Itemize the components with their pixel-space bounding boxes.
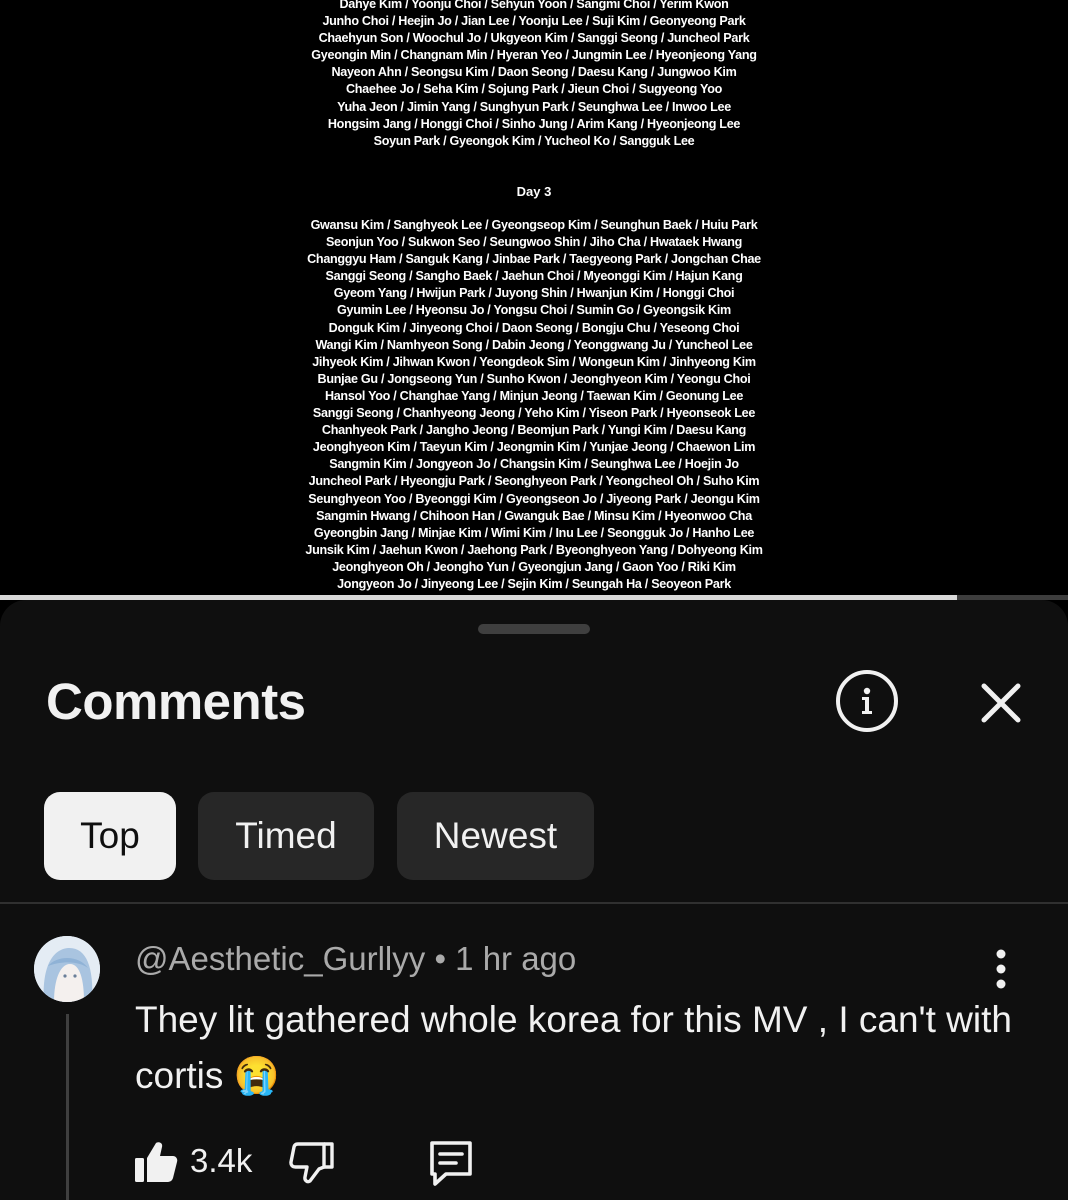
thread-line xyxy=(66,1014,69,1200)
divider xyxy=(0,902,1068,904)
credit-line: Hongsim Jang / Honggi Choi / Sinho Jung … xyxy=(327,116,741,131)
credit-line: Chanhyeok Park / Jangho Jeong / Beomjun … xyxy=(321,423,747,438)
credit-line: Sangmin Kim / Jongyeon Jo / Changsin Kim… xyxy=(329,457,739,472)
credit-line: Jeonghyeon Oh / Jeongho Yun / Gyeongjun … xyxy=(332,559,736,574)
avatar[interactable] xyxy=(34,936,100,1002)
drag-handle[interactable] xyxy=(478,624,590,634)
credit-line: Jeonghyeon Kim / Taeyun Kim / Jeongmin K… xyxy=(312,440,756,455)
credits-list-top: Dahye Kim / Yoonju Choi / Sehyun Yoon / … xyxy=(0,0,1068,150)
crying-emoji-icon: 😭 xyxy=(233,1055,280,1096)
credits-list-day3: Gwansu Kim / Sanghyeok Lee / Gyeongseop … xyxy=(0,217,1068,593)
tab-top[interactable]: Top xyxy=(44,792,176,880)
credit-line: Sanggi Seong / Sangho Baek / Jaehun Choi… xyxy=(325,269,743,284)
close-icon xyxy=(981,683,1021,723)
credit-line: Gyeom Yang / Hwijun Park / Juyong Shin /… xyxy=(333,286,735,301)
info-icon xyxy=(862,687,872,714)
comment-more-button[interactable] xyxy=(984,946,1018,992)
credit-line: Yuha Jeon / Jimin Yang / Sunghyun Park /… xyxy=(337,99,731,114)
credit-line: Gyeongbin Jang / Minjae Kim / Wimi Kim /… xyxy=(313,525,755,540)
credit-line: Juncheol Park / Hyeongju Park / Seonghye… xyxy=(308,474,760,489)
credit-line: Wangi Kim / Namhyeon Song / Dabin Jeong … xyxy=(315,337,753,352)
like-button[interactable] xyxy=(132,1138,180,1186)
credits-day-label: Day 3 xyxy=(516,184,552,199)
like-count: 3.4k xyxy=(190,1142,253,1179)
reply-button[interactable] xyxy=(426,1138,476,1188)
credit-line: Jihyeok Kim / Jihwan Kwon / Yeongdeok Si… xyxy=(312,354,756,369)
credit-line: Seunghyeon Yoo / Byeonggi Kim / Gyeongse… xyxy=(308,491,760,506)
credit-line: Donguk Kim / Jinyeong Choi / Daon Seong … xyxy=(328,320,740,335)
credit-line: Sanggi Seong / Chanhyeong Jeong / Yeho K… xyxy=(312,406,756,421)
credit-line: Gwansu Kim / Sanghyeok Lee / Gyeongseop … xyxy=(310,218,758,232)
thumbs-down-icon xyxy=(289,1142,334,1184)
info-button[interactable] xyxy=(836,670,898,732)
credit-line: Gyeongin Min / Changnam Min / Hyeran Yeo… xyxy=(311,48,757,63)
comment-time: 1 hr ago xyxy=(455,940,577,977)
panel-title: Comments xyxy=(46,673,306,730)
credit-line: Jongyeon Jo / Jinyeong Lee / Sejin Kim /… xyxy=(337,576,731,591)
credit-line: Nayeon Ahn / Seongsu Kim / Daon Seong / … xyxy=(331,65,737,80)
comments-panel: Comments Top Timed Newest @Aesthetic_Gur… xyxy=(0,600,1068,1200)
comment-meta: @Aesthetic_Gurllyy • 1 hr ago xyxy=(135,940,576,978)
credit-line: Hansol Yoo / Changhae Yang / Minjun Jeon… xyxy=(324,388,744,403)
credit-line: Gyumin Lee / Hyeonsu Jo / Yongsu Choi / … xyxy=(337,303,731,318)
credit-line: Sangmin Hwang / Chihoon Han / Gwanguk Ba… xyxy=(316,508,752,523)
credit-line: Junho Choi / Heejin Jo / Jian Lee / Yoon… xyxy=(322,14,746,29)
credit-line: Changgyu Ham / Sanguk Kang / Jinbae Park… xyxy=(307,252,761,267)
close-button[interactable] xyxy=(976,678,1026,728)
thumbs-up-icon xyxy=(135,1142,178,1182)
credit-line: Chaehyun Son / Woochul Jo / Ukgyeon Kim … xyxy=(318,31,750,46)
reply-comment-icon xyxy=(430,1141,472,1186)
video-player[interactable]: Dahye Kim / Yoonju Choi / Sehyun Yoon / … xyxy=(0,0,1068,600)
comment-body: They lit gathered whole korea for this M… xyxy=(135,992,1015,1104)
credit-line: Dahye Kim / Yoonju Choi / Sehyun Yoon / … xyxy=(339,0,729,11)
tab-newest[interactable]: Newest xyxy=(397,792,594,880)
meta-separator: • xyxy=(434,940,446,977)
credit-line: Chaehee Jo / Seha Kim / Sojung Park / Ji… xyxy=(345,82,722,97)
avatar-image xyxy=(34,936,100,1002)
dislike-button[interactable] xyxy=(288,1138,336,1186)
tab-timed[interactable]: Timed xyxy=(198,792,374,880)
credit-line: Seonjun Yoo / Sukwon Seo / Seungwoo Shin… xyxy=(325,235,743,250)
credit-line: Junsik Kim / Jaehun Kwon / Jaehong Park … xyxy=(305,542,763,557)
more-vert-icon xyxy=(996,949,1006,989)
comment-author[interactable]: @Aesthetic_Gurllyy xyxy=(135,940,425,977)
credit-line: Bunjae Gu / Jongseong Yun / Sunho Kwon /… xyxy=(317,371,751,386)
credit-line: Soyun Park / Gyeongok Kim / Yucheol Ko /… xyxy=(373,133,695,148)
